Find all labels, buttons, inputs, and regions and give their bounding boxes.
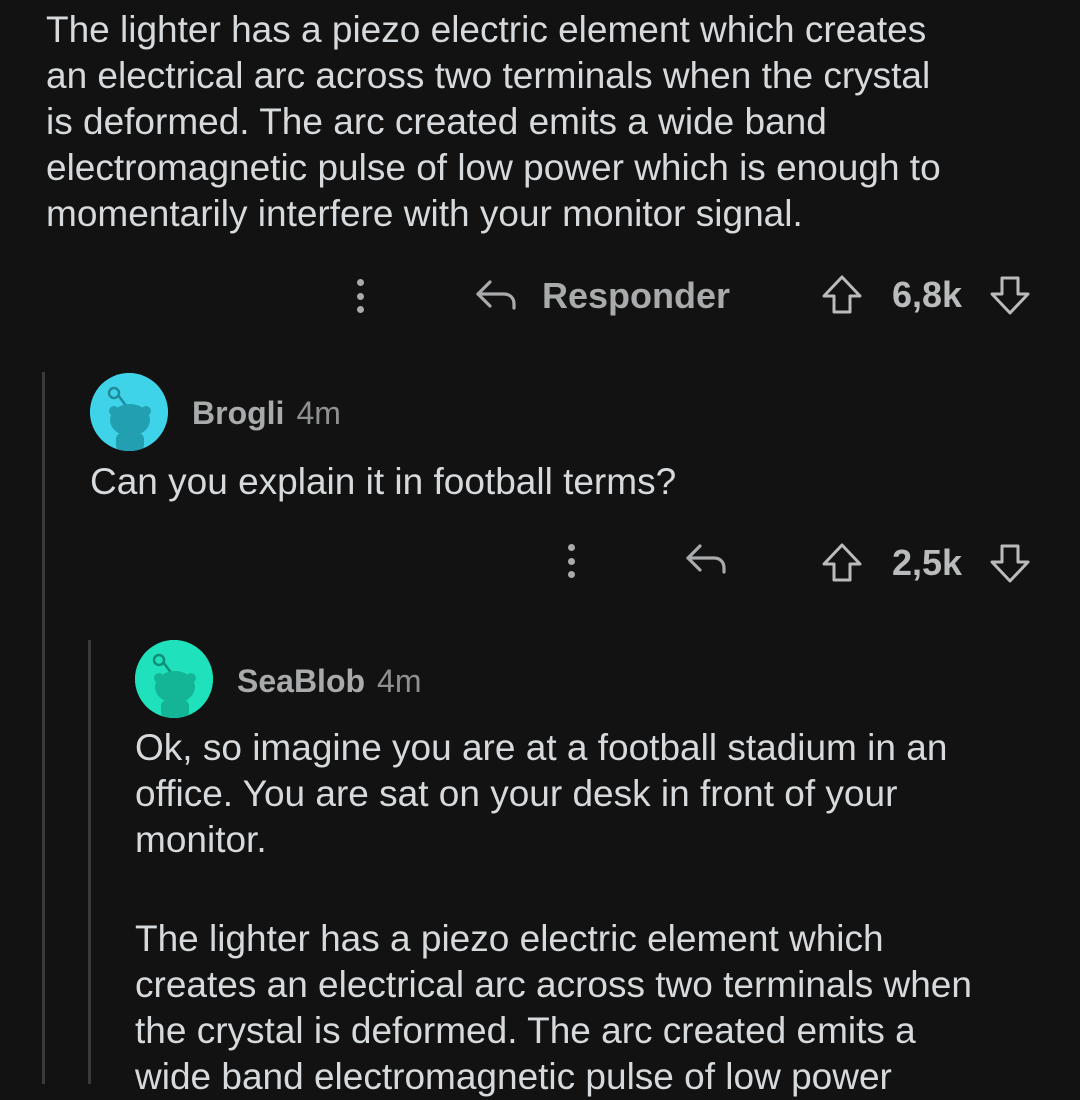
username[interactable]: Brogli (192, 395, 284, 432)
parent-comment-body: The lighter has a piezo electric element… (46, 9, 941, 234)
downvote-arrow-icon[interactable] (988, 542, 1032, 584)
vote-controls: 2,5k (820, 542, 1032, 584)
vote-count: 2,5k (892, 542, 963, 583)
thread-line-level-1[interactable] (42, 372, 45, 1084)
more-options-button[interactable] (355, 279, 365, 313)
reply-arrow-icon (476, 280, 516, 310)
reply-button[interactable]: Responder (474, 275, 730, 317)
upvote-arrow-icon[interactable] (820, 542, 864, 584)
reply-button[interactable] (684, 542, 728, 578)
snoo-avatar-icon (90, 373, 168, 451)
more-vertical-icon (355, 279, 365, 313)
reply-1-body: Can you explain it in football terms? (90, 461, 677, 502)
comment-header: SeaBlob 4m (237, 663, 421, 700)
more-options-button[interactable] (566, 544, 576, 578)
vote-controls: 6,8k (820, 274, 1032, 316)
timestamp: 4m (296, 395, 341, 431)
snoo-avatar-icon (135, 640, 213, 718)
comment-header: Brogli 4m (192, 395, 341, 432)
upvote-arrow-icon[interactable] (820, 274, 864, 316)
reply-2-paragraph-2-clip: The lighter has a piezo electric element… (135, 916, 1055, 1100)
avatar[interactable] (135, 640, 213, 718)
timestamp: 4m (377, 663, 422, 699)
comment-thread: The lighter has a piezo electric element… (0, 0, 1080, 1100)
more-vertical-icon (566, 544, 576, 578)
reply-label: Responder (542, 275, 731, 316)
thread-line-level-2[interactable] (88, 640, 91, 1084)
downvote-arrow-icon[interactable] (988, 274, 1032, 316)
avatar[interactable] (90, 373, 168, 451)
reply-2-paragraph-1: Ok, so imagine you are at a football sta… (135, 727, 948, 860)
vote-count: 6,8k (892, 274, 963, 315)
reply-2-paragraph-2: The lighter has a piezo electric element… (135, 918, 972, 1097)
username[interactable]: SeaBlob (237, 663, 365, 700)
reply-arrow-icon (686, 544, 726, 574)
